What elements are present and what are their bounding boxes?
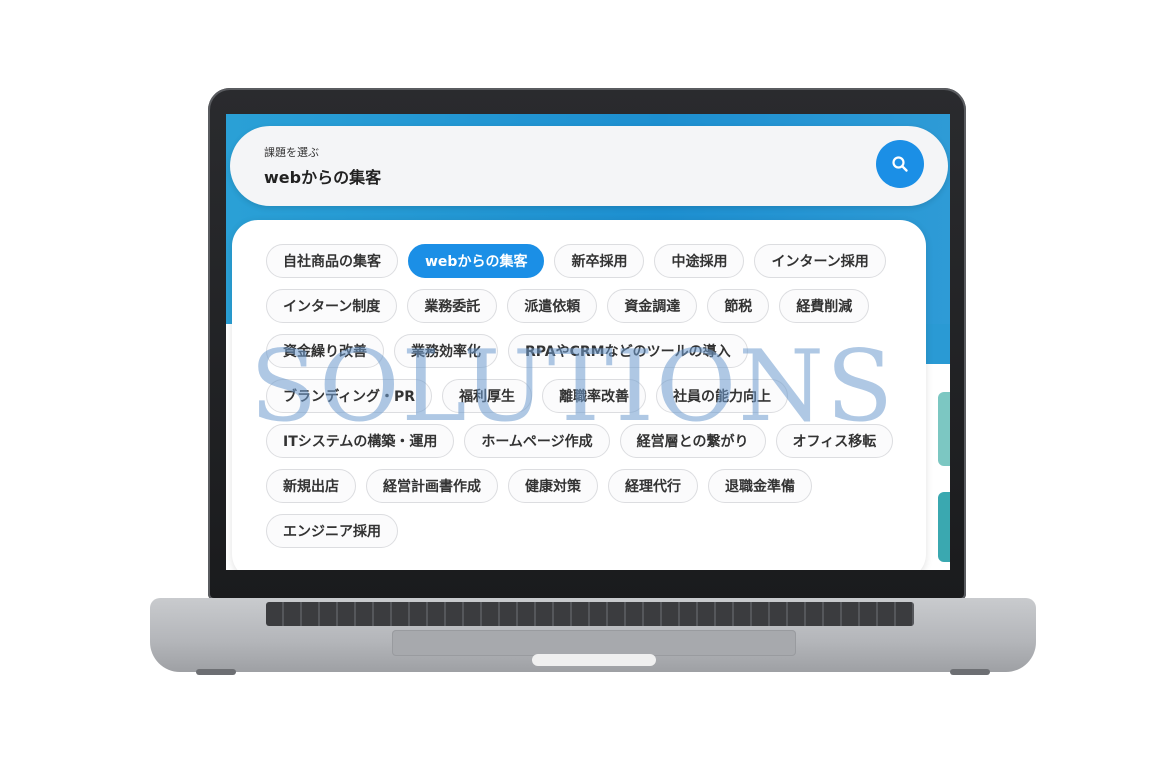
- issue-chip[interactable]: 業務委託: [407, 289, 498, 323]
- issue-chip[interactable]: ITシステムの構築・運用: [266, 424, 455, 458]
- issue-chip[interactable]: 経営層との繋がり: [619, 424, 766, 458]
- issue-chip[interactable]: 新卒採用: [554, 244, 645, 278]
- issue-panel: 自社商品の集客 webからの集客 新卒採用 中途採用 インターン採用インターン制度 業務委…: [232, 220, 926, 570]
- right-edge-tab[interactable]: [938, 392, 950, 466]
- issue-chip[interactable]: 経理代行: [608, 469, 698, 503]
- issue-chip-list: 自社商品の集客 webからの集客 新卒採用 中途採用 インターン採用インターン制度 業務委…: [266, 244, 906, 548]
- issue-chip[interactable]: 経費削減: [779, 289, 870, 323]
- issue-chip[interactable]: 資金調達: [607, 289, 698, 323]
- issue-chip[interactable]: webからの集客: [408, 244, 545, 278]
- laptop-foot: [950, 669, 990, 675]
- search-button[interactable]: [876, 140, 924, 188]
- issue-chip[interactable]: 自社商品の集客: [266, 244, 398, 278]
- issue-chip[interactable]: 業務効率化: [394, 334, 498, 368]
- laptop-foot: [196, 669, 236, 675]
- issue-chip[interactable]: オフィス移転: [775, 424, 894, 458]
- keyboard: [266, 602, 914, 626]
- issue-chip[interactable]: エンジニア採用: [266, 514, 398, 548]
- issue-chip[interactable]: RPAやCRMなどのツールの導入: [508, 334, 748, 368]
- issue-chip[interactable]: 中途採用: [654, 244, 745, 278]
- right-edge-tab[interactable]: [938, 492, 950, 562]
- trackpad: [392, 630, 796, 656]
- issue-chip[interactable]: 健康対策: [508, 469, 598, 503]
- issue-chip[interactable]: 離職率改善: [542, 379, 647, 413]
- issue-chip[interactable]: ブランディング・PR: [266, 379, 433, 413]
- issue-chip[interactable]: 社員の能力向上: [656, 379, 789, 413]
- issue-chip[interactable]: 退職金準備: [708, 469, 812, 503]
- issue-chip[interactable]: 節税: [707, 289, 770, 323]
- search-value[interactable]: webからの集客: [264, 164, 381, 188]
- issue-chip[interactable]: ホームページ作成: [464, 424, 610, 458]
- search-icon: [892, 156, 908, 172]
- issue-chip[interactable]: 福利厚生: [442, 379, 533, 413]
- issue-chip[interactable]: 派遣依頼: [507, 289, 598, 323]
- issue-chip[interactable]: 経営計画書作成: [366, 469, 498, 503]
- issue-chip[interactable]: 新規出店: [266, 469, 356, 503]
- issue-chip[interactable]: 資金繰り改善: [266, 334, 384, 368]
- laptop-screen: 課題を選ぶ webからの集客 自社商品の集客 webからの集客 新卒採用 中途採用 イン…: [226, 114, 950, 570]
- issue-chip[interactable]: インターン制度: [266, 289, 398, 323]
- hinge-notch: [532, 654, 656, 666]
- search-box[interactable]: 課題を選ぶ webからの集客: [230, 126, 948, 206]
- issue-chip[interactable]: インターン採用: [754, 244, 886, 278]
- search-caption: 課題を選ぶ: [264, 146, 319, 159]
